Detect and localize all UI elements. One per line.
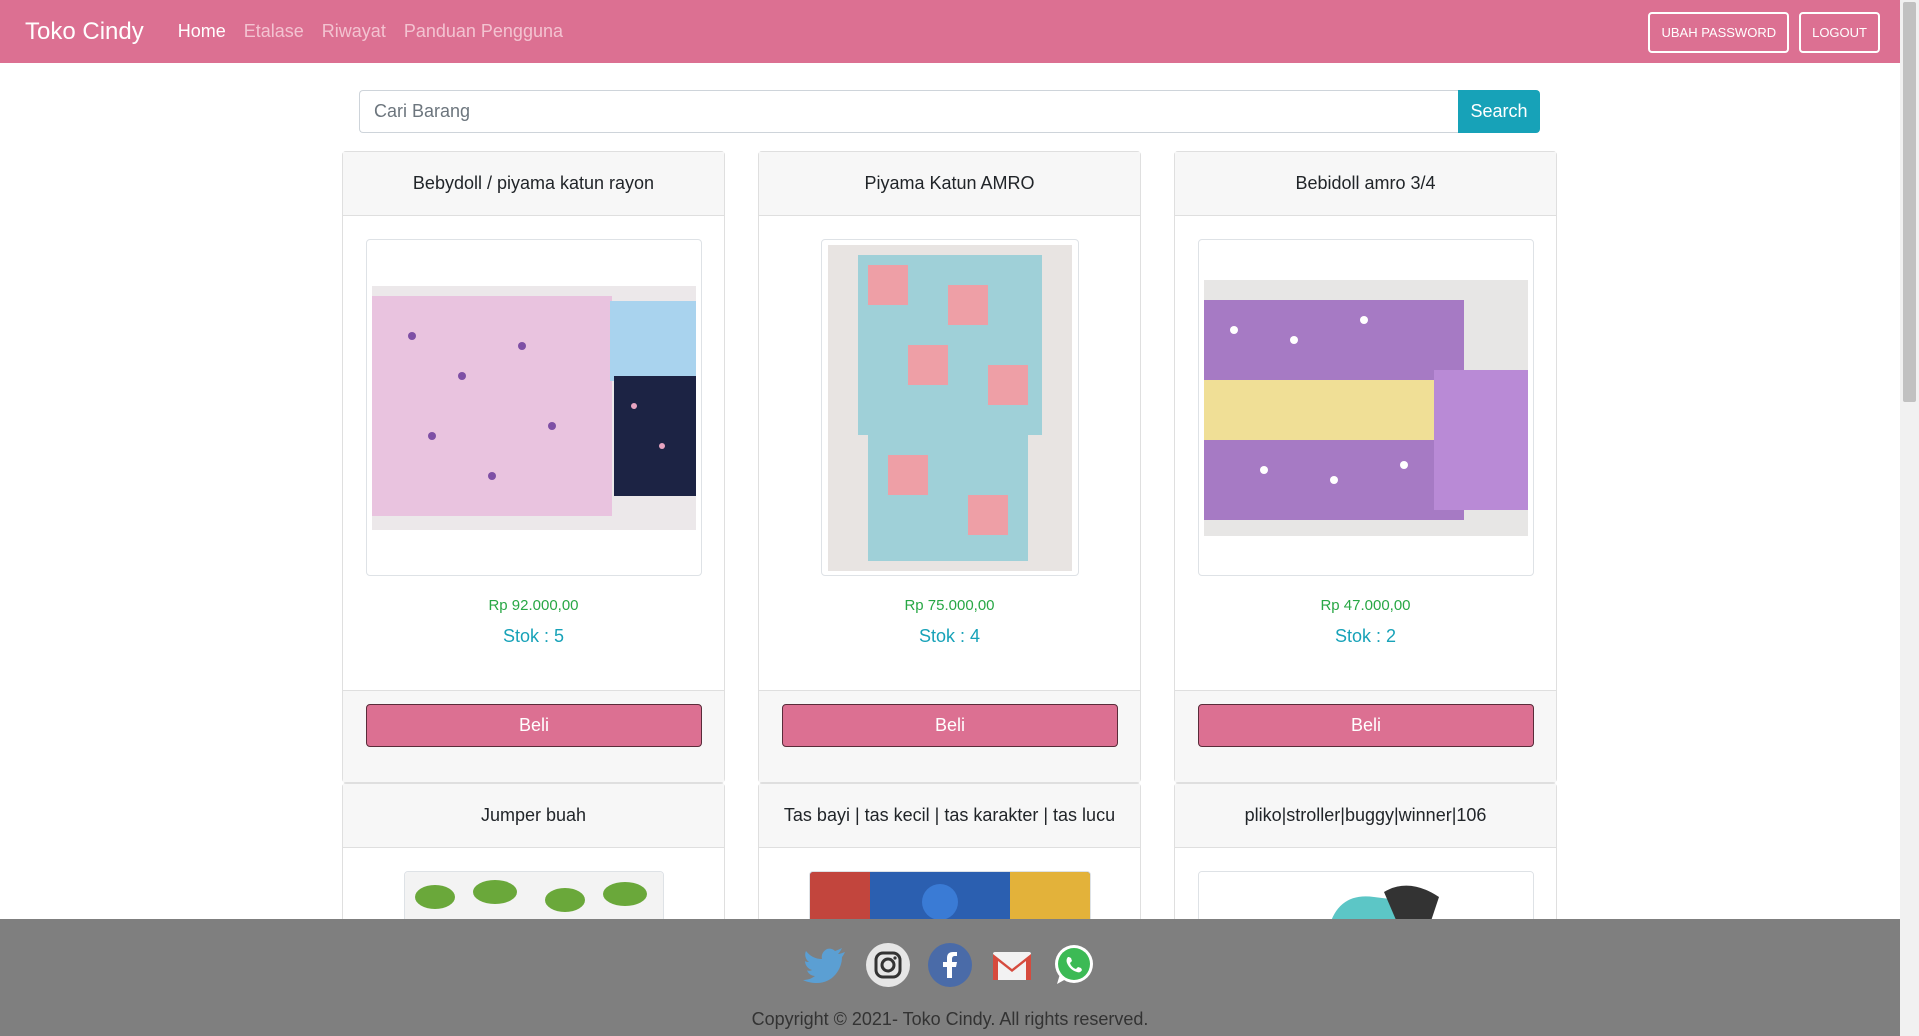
brand-logo[interactable]: Toko Cindy — [25, 18, 144, 46]
product-price: Rp 47.000,00 — [1320, 597, 1411, 614]
scrollbar[interactable] — [1900, 0, 1919, 1036]
product-body: Rp 47.000,00 Stok : 2 — [1175, 216, 1556, 690]
logout-button[interactable]: LOGOUT — [1799, 12, 1880, 53]
product-body — [1175, 848, 1556, 931]
product-footer: Beli — [343, 690, 724, 782]
nav-etalase[interactable]: Etalase — [244, 21, 304, 42]
change-password-button[interactable]: UBAH PASSWORD — [1648, 12, 1790, 53]
copyright-text: Copyright © 2021- Toko Cindy. All rights… — [751, 1009, 1149, 1029]
product-card: Jumper buah — [342, 783, 725, 931]
instagram-icon[interactable] — [864, 941, 912, 989]
product-body: Rp 92.000,00 Stok : 5 — [343, 216, 724, 690]
product-price: Rp 92.000,00 — [488, 597, 579, 614]
nav-home[interactable]: Home — [178, 21, 226, 42]
search-input[interactable] — [359, 90, 1458, 133]
product-photo-babydoll — [1204, 279, 1528, 536]
search-button[interactable]: Search — [1458, 90, 1540, 133]
product-stock: Stok : 2 — [1334, 626, 1397, 646]
nav-riwayat[interactable]: Riwayat — [322, 21, 386, 42]
product-title: Tas bayi | tas kecil | tas karakter | ta… — [759, 784, 1140, 848]
product-title: Bebydoll / piyama katun rayon — [343, 152, 724, 216]
product-title: Bebidoll amro 3/4 — [1175, 152, 1556, 216]
product-title: pliko|stroller|buggy|winner|106 — [1175, 784, 1556, 848]
product-card: Piyama Katun AMRO Rp 75.000,00 Stok : 4 — [758, 151, 1141, 783]
facebook-icon[interactable] — [926, 941, 974, 989]
product-title: Jumper buah — [343, 784, 724, 848]
nav-links: Home Etalase Riwayat Panduan Pengguna — [178, 21, 581, 42]
product-body — [343, 848, 724, 931]
product-grid: Bebydoll / piyama katun rayon Rp 92.000,… — [342, 151, 1557, 931]
product-photo-pajamas — [828, 244, 1072, 571]
product-photo-pajamas — [372, 285, 696, 530]
product-footer: Beli — [1175, 690, 1556, 782]
product-body — [759, 848, 1140, 931]
social-links — [0, 941, 1900, 989]
product-card: pliko|stroller|buggy|winner|106 — [1174, 783, 1557, 931]
product-stock: Stok : 4 — [918, 626, 981, 646]
search-bar: Search — [359, 90, 1540, 133]
buy-button[interactable]: Beli — [366, 704, 702, 747]
gmail-icon[interactable] — [988, 941, 1036, 989]
product-footer: Beli — [759, 690, 1140, 782]
scrollbar-thumb[interactable] — [1903, 2, 1916, 402]
product-title: Piyama Katun AMRO — [759, 152, 1140, 216]
product-body: Rp 75.000,00 Stok : 4 — [759, 216, 1140, 690]
product-card: Bebidoll amro 3/4 Rp 47.000,00 Stok: 2 … — [1174, 151, 1557, 783]
product-price: Rp 75.000,00 — [904, 597, 995, 614]
product-image[interactable] — [1198, 239, 1534, 576]
page: Toko Cindy Home Etalase Riwayat Panduan … — [0, 0, 1919, 1036]
navbar: Toko Cindy Home Etalase Riwayat Panduan … — [0, 0, 1900, 63]
twitter-icon[interactable] — [802, 941, 850, 989]
nav-actions: UBAH PASSWORD LOGOUT — [1648, 12, 1880, 53]
footer: Copyright © 2021- Toko Cindy. All rights… — [0, 919, 1900, 1036]
whatsapp-icon[interactable] — [1050, 941, 1098, 989]
buy-button[interactable]: Beli — [1198, 704, 1534, 747]
nav-panduan[interactable]: Panduan Pengguna — [404, 21, 563, 42]
product-image[interactable] — [821, 239, 1079, 576]
product-stock: Stok : 5 — [502, 626, 565, 646]
product-card: Tas bayi | tas kecil | tas karakter | ta… — [758, 783, 1141, 931]
buy-button[interactable]: Beli — [782, 704, 1118, 747]
product-image[interactable] — [366, 239, 702, 576]
product-card: Bebydoll / piyama katun rayon Rp 92.000,… — [342, 151, 725, 783]
